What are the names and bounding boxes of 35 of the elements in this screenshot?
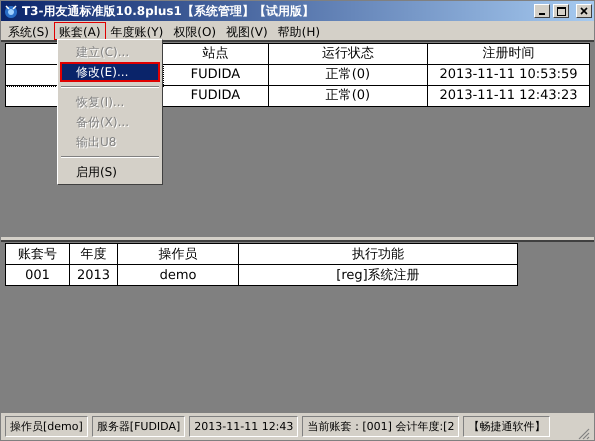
table-cell: [reg]系统注册 <box>238 264 518 286</box>
table-cell: 2013-11-11 12:43:23 <box>428 86 590 106</box>
close-button[interactable] <box>576 4 592 18</box>
menu-item[interactable]: 修改(E)... <box>60 62 160 82</box>
status-pane: 操作员[demo] <box>5 416 88 437</box>
menu-item[interactable]: 权限(O) <box>168 22 222 40</box>
maximize-button[interactable] <box>553 4 569 18</box>
maximize-icon <box>556 6 566 16</box>
table-cell: 正常(0) <box>268 86 428 106</box>
menu-item[interactable]: 视图(V) <box>221 22 273 40</box>
minimize-button[interactable] <box>534 4 550 18</box>
table-cell: demo <box>118 264 238 286</box>
menu-item[interactable]: 启用(S) <box>60 162 160 182</box>
close-icon <box>580 7 588 15</box>
table-cell: 001 <box>6 264 70 286</box>
status-pane: 【畅捷通软件】 <box>463 416 550 437</box>
column-header: 年度 <box>70 244 118 265</box>
column-header: 账套号 <box>6 244 70 265</box>
menu-item[interactable]: 年度账(Y) <box>106 22 168 40</box>
window-title: T3-用友通标准版10.8plus1【系统管理】【试用版】 <box>22 3 315 20</box>
status-pane: 当前账套：[001] 会计年度:[2 <box>302 416 460 437</box>
table-cell: 2013-11-11 10:53:59 <box>428 64 590 86</box>
column-header: 执行功能 <box>238 244 518 265</box>
menu-item[interactable]: 系统(S) <box>3 22 54 40</box>
column-header: 运行状态 <box>268 44 428 64</box>
resize-grip-icon[interactable] <box>578 428 590 440</box>
menu-item[interactable]: 帮助(H) <box>272 22 326 40</box>
app-icon <box>3 3 19 19</box>
table-cell: 正常(0) <box>268 64 428 86</box>
column-header: 站点 <box>162 44 268 64</box>
table-cell: 2013 <box>70 264 118 286</box>
column-header: 操作员 <box>118 244 238 265</box>
status-pane: 服务器[FUDIDA] <box>92 416 186 437</box>
column-header: 注册时间 <box>428 44 590 64</box>
status-pane: 2013-11-11 12:43 <box>189 416 298 437</box>
